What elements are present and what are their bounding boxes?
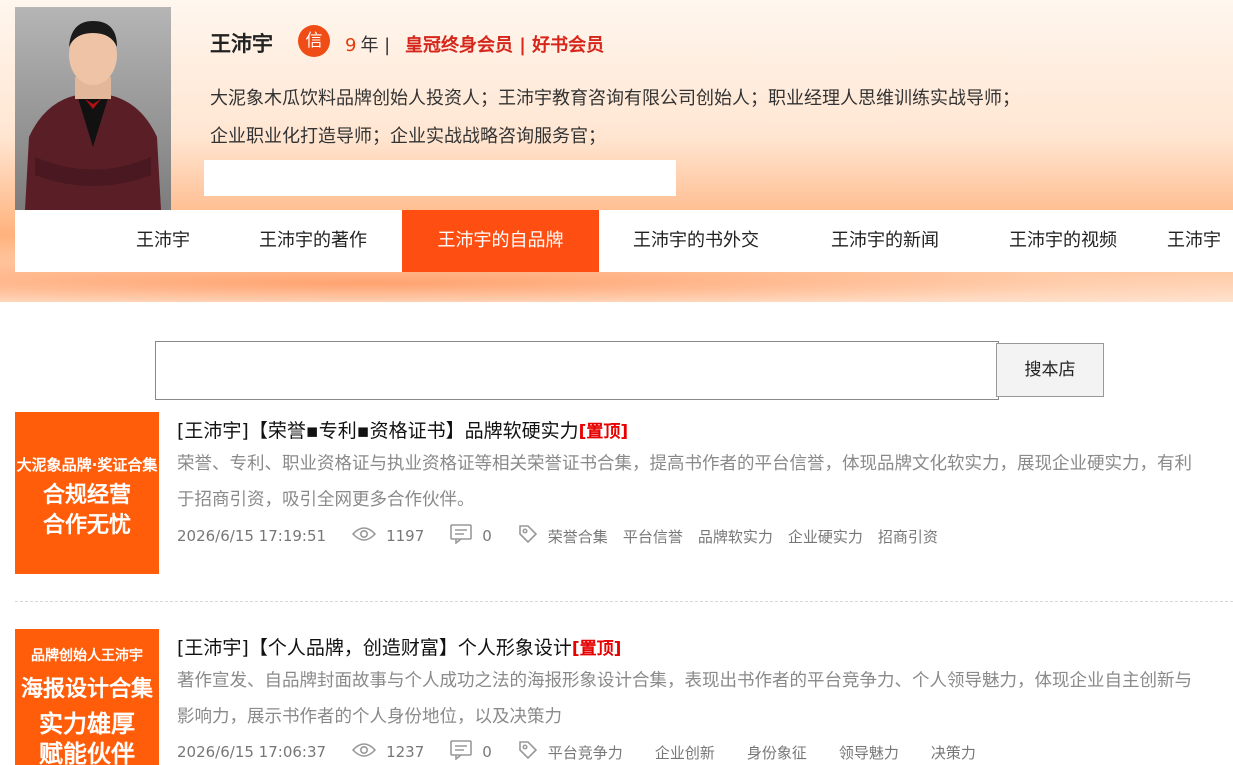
tag-link[interactable]: 品牌软实力 bbox=[698, 526, 773, 547]
member-years: 9年 | bbox=[345, 31, 390, 57]
thumb-caption: 大泥象品牌·奖证合集 bbox=[16, 456, 158, 474]
item-date: 2026/6/15 17:19:51 bbox=[177, 527, 327, 545]
tag-link[interactable]: 企业创新 bbox=[655, 742, 715, 763]
item-thumbnail[interactable]: 品牌创始人王沛宇 海报设计合集 实力雄厚 赋能伙伴 bbox=[15, 629, 159, 765]
thumb-headline: 合作无忧 bbox=[42, 513, 131, 538]
item-meta: 2026/6/15 17:19:51 1197 0 荣誉合集 平台信誉 品牌软实… bbox=[177, 524, 953, 548]
tag-link[interactable]: 平台竞争力 bbox=[548, 742, 623, 763]
comment-icon[interactable] bbox=[450, 524, 473, 548]
credit-badge[interactable]: 信 bbox=[298, 25, 330, 57]
tag-link[interactable]: 领导魅力 bbox=[839, 742, 899, 763]
item-divider bbox=[15, 601, 1233, 602]
author-bio: 大泥象木瓜饮料品牌创始人投资人；王沛宇教育咨询有限公司创始人；职业经理人思维训练… bbox=[210, 80, 1110, 156]
tag-icon bbox=[518, 524, 538, 548]
tag-link[interactable]: 企业硬实力 bbox=[788, 526, 863, 547]
bio-line: 企业职业化打造导师；企业实战战略咨询服务官； bbox=[210, 126, 606, 147]
item-meta: 2026/6/15 17:06:37 1237 0 平台竞争力 企业创新 身份象… bbox=[177, 740, 991, 764]
tag-link[interactable]: 决策力 bbox=[931, 742, 976, 763]
item-description: 著作宣发、自品牌封面故事与个人成功之法的海报形象设计合集，表现出书作者的平台竞争… bbox=[177, 671, 1192, 727]
item-date: 2026/6/15 17:06:37 bbox=[177, 743, 327, 761]
item-description: 荣誉、专利、职业资格证与执业资格证等相关荣誉证书合集，提高书作者的平台信誉，体现… bbox=[177, 454, 1192, 510]
tab-more[interactable]: 王沛宇 bbox=[1167, 210, 1233, 272]
tab-videos[interactable]: 王沛宇的视频 bbox=[987, 210, 1139, 272]
tag-icon bbox=[518, 740, 538, 764]
comment-count: 0 bbox=[482, 743, 492, 761]
eye-icon bbox=[351, 526, 377, 546]
pinned-badge: [置顶] bbox=[578, 422, 629, 442]
tag-link[interactable]: 平台信誉 bbox=[623, 526, 683, 547]
shop-nav: 王沛宇 王沛宇的著作 王沛宇的自品牌 王沛宇的书外交 王沛宇的新闻 王沛宇的视频… bbox=[15, 210, 1233, 272]
years-number: 9 bbox=[345, 35, 357, 56]
view-count: 1197 bbox=[386, 527, 425, 545]
tag-link[interactable]: 荣誉合集 bbox=[548, 526, 608, 547]
item-thumbnail[interactable]: 大泥象品牌·奖证合集 合规经营 合作无忧 bbox=[15, 412, 159, 574]
comment-icon[interactable] bbox=[450, 740, 473, 764]
thumb-headline: 合规经营 bbox=[42, 483, 131, 508]
item-title-link[interactable]: [王沛宇]【荣誉▪专利▪资格证书】品牌软硬实力[置顶] bbox=[177, 416, 628, 443]
pinned-badge: [置顶] bbox=[571, 639, 622, 659]
author-name: 王沛宇 bbox=[210, 32, 273, 56]
tab-self-brand[interactable]: 王沛宇的自品牌 bbox=[402, 210, 599, 272]
thumb-headline: 实力雄厚 bbox=[39, 710, 135, 738]
avatar[interactable] bbox=[15, 7, 171, 210]
tab-works[interactable]: 王沛宇的著作 bbox=[237, 210, 389, 272]
view-count: 1237 bbox=[386, 743, 425, 761]
tab-home[interactable]: 王沛宇 bbox=[115, 210, 211, 272]
eye-icon bbox=[351, 742, 377, 762]
thumb-caption: 品牌创始人王沛宇 bbox=[31, 648, 143, 664]
comment-count: 0 bbox=[482, 527, 492, 545]
search-input[interactable] bbox=[155, 341, 999, 400]
tab-news[interactable]: 王沛宇的新闻 bbox=[809, 210, 961, 272]
thumb-headline: 赋能伙伴 bbox=[39, 740, 135, 765]
item-title: [王沛宇]【荣誉▪专利▪资格证书】品牌软硬实力 bbox=[177, 420, 579, 442]
bio-line: 大泥象木瓜饮料品牌创始人投资人；王沛宇教育咨询有限公司创始人；职业经理人思维训练… bbox=[210, 88, 1020, 109]
tag-link[interactable]: 身份象征 bbox=[747, 742, 807, 763]
search-store-button[interactable]: 搜本店 bbox=[996, 343, 1104, 397]
item-title-link[interactable]: [王沛宇]【个人品牌，创造财富】个人形象设计[置顶] bbox=[177, 633, 621, 660]
years-unit: 年 | bbox=[360, 35, 391, 56]
tab-book-diplomacy[interactable]: 王沛宇的书外交 bbox=[612, 210, 780, 272]
thumb-headline: 海报设计合集 bbox=[20, 677, 153, 702]
item-title: [王沛宇]【个人品牌，创造财富】个人形象设计 bbox=[177, 637, 572, 659]
tag-link[interactable]: 招商引资 bbox=[878, 526, 938, 547]
membership-label[interactable]: 皇冠终身会员 | 好书会员 bbox=[405, 31, 604, 57]
blank-banner bbox=[204, 160, 676, 196]
